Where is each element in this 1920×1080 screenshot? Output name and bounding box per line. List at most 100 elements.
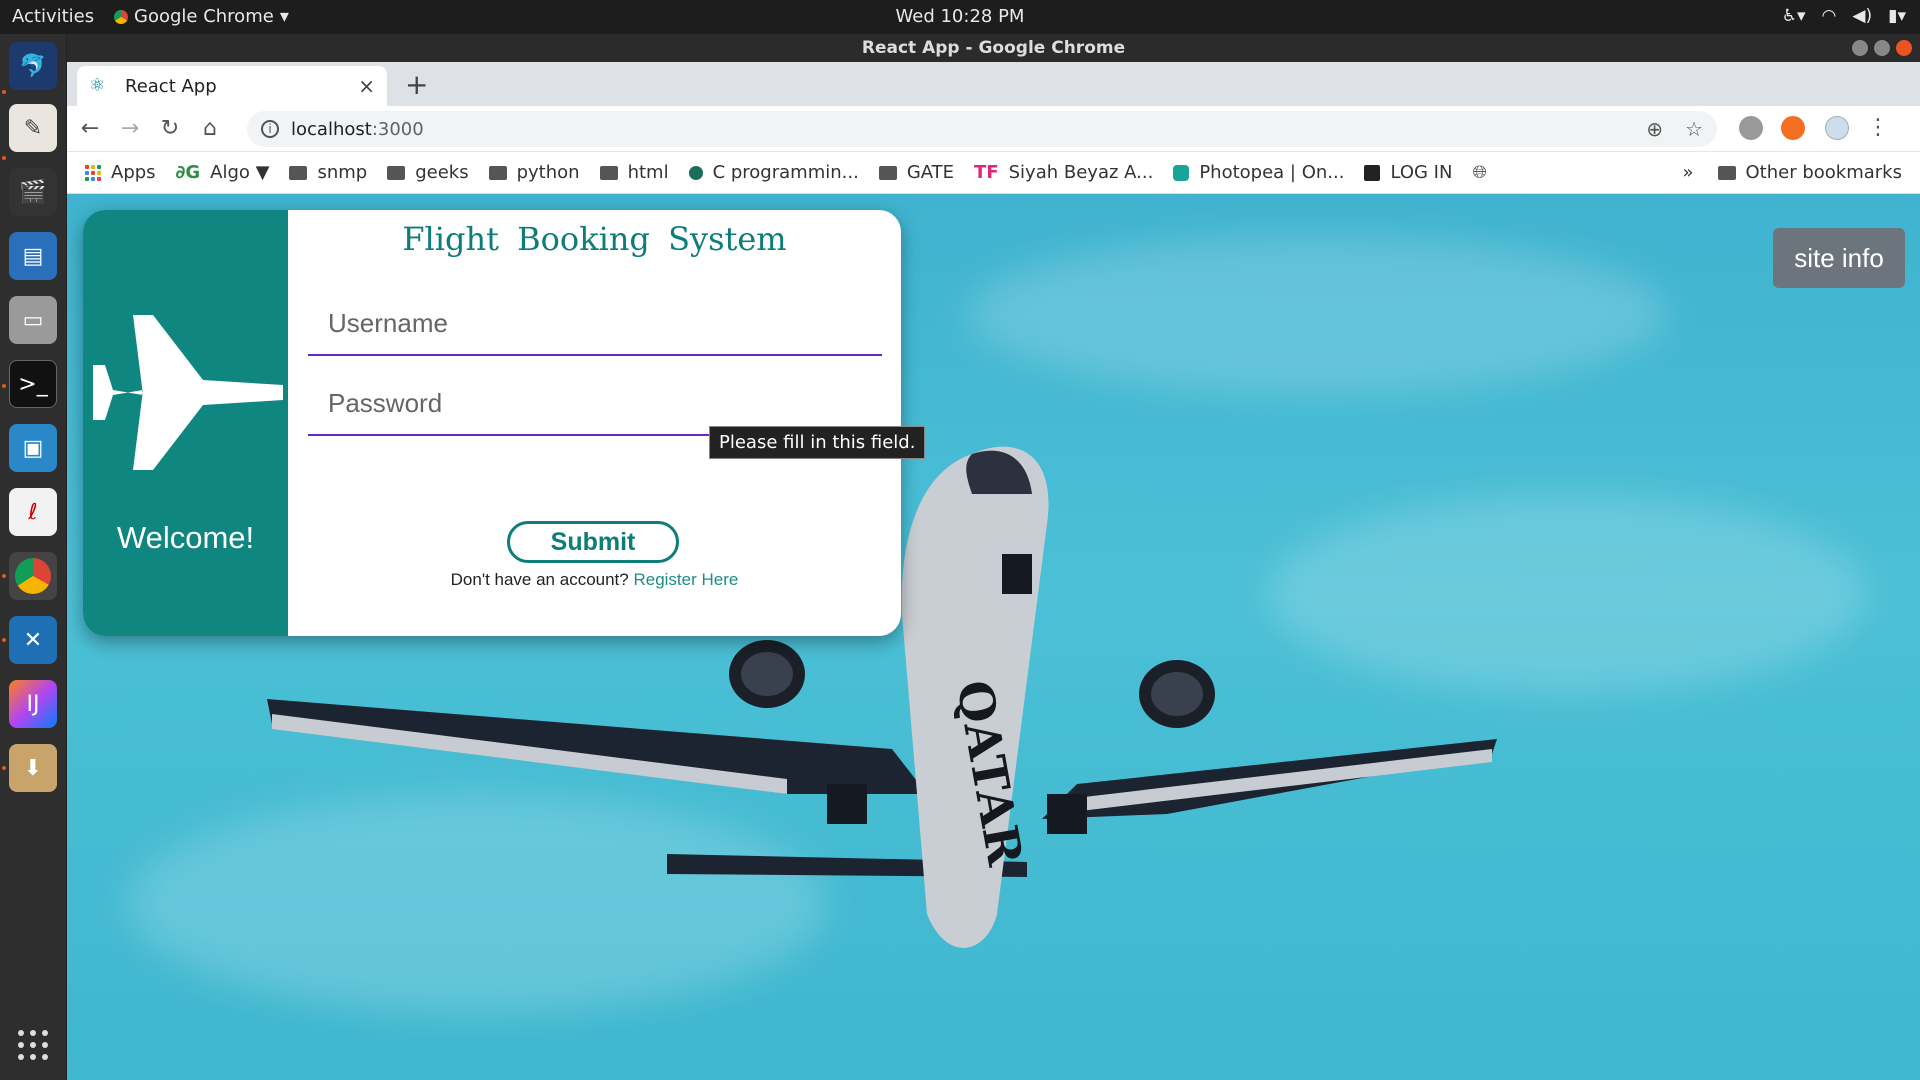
bookmark-label: geeks: [415, 162, 469, 183]
new-tab-button[interactable]: +: [405, 68, 428, 101]
algo-icon: ∂G: [175, 162, 201, 183]
system-top-bar: Activities Google Chrome ▾ Wed 10:28 PM …: [0, 0, 1920, 34]
register-link[interactable]: Register Here: [633, 570, 738, 589]
chrome-dock-icon[interactable]: [9, 552, 57, 600]
virtualbox-icon[interactable]: ▣: [9, 424, 57, 472]
bookmark-apps[interactable]: Apps: [85, 162, 156, 183]
forward-icon[interactable]: →: [113, 116, 147, 141]
extension-icon[interactable]: [1781, 116, 1805, 140]
running-indicator: [2, 766, 6, 770]
bookmark-star-icon[interactable]: ☆: [1685, 117, 1703, 141]
tab-react-app[interactable]: ⚛ React App ×: [77, 66, 387, 106]
bookmark-html[interactable]: html: [599, 162, 669, 183]
window-controls: [1852, 40, 1912, 56]
maximize-button[interactable]: [1874, 40, 1890, 56]
close-tab-icon[interactable]: ×: [358, 74, 375, 98]
window-title: React App - Google Chrome: [861, 38, 1126, 58]
bookmark-c-programming[interactable]: C programmin...: [688, 162, 859, 183]
bookmark-geeks[interactable]: geeks: [387, 162, 469, 183]
bookmark-algo[interactable]: ∂G Algo ▼: [176, 162, 270, 183]
photopea-icon: [1173, 164, 1190, 181]
text-editor-icon[interactable]: ✎: [9, 104, 57, 152]
apps-grid-icon: [85, 164, 101, 181]
profile-avatar[interactable]: [1825, 116, 1849, 140]
back-icon[interactable]: ←: [73, 116, 107, 141]
page-viewport: QATAR Welcome! Flight Booking System Use…: [67, 194, 1920, 1080]
bookmark-label: Algo ▼: [210, 162, 270, 183]
show-applications-icon[interactable]: [12, 1024, 54, 1066]
other-bookmarks[interactable]: Other bookmarks: [1717, 162, 1902, 183]
folder-icon: [289, 165, 308, 180]
tf-icon: TF: [974, 162, 999, 183]
bookmark-label: html: [627, 162, 669, 183]
site-icon: [688, 165, 703, 180]
welcome-text: Welcome!: [116, 520, 255, 555]
folder-icon: [488, 165, 507, 180]
folder-icon: [387, 165, 406, 180]
chrome-window: React App - Google Chrome ⚛ React App × …: [67, 34, 1920, 1080]
menu-kebab-icon[interactable]: ⋮: [1867, 115, 1889, 140]
bookmark-label: C programmin...: [712, 162, 859, 183]
video-editor-icon[interactable]: 🎬: [9, 168, 57, 216]
bookmark-globe[interactable]: 🌐︎: [1472, 162, 1486, 183]
close-window-button[interactable]: [1896, 40, 1912, 56]
accessibility-icon[interactable]: ♿▾: [1782, 6, 1806, 26]
bookmark-siyah-beyaz[interactable]: TF Siyah Beyaz A...: [974, 162, 1153, 183]
url-host: localhost: [291, 118, 372, 140]
bookmark-python[interactable]: python: [488, 162, 580, 183]
intellij-icon[interactable]: IJ: [9, 680, 57, 728]
running-indicator: [2, 384, 6, 388]
bookmark-label: Apps: [111, 162, 156, 183]
bookmark-label: LOG IN: [1390, 162, 1453, 183]
running-indicator: [2, 90, 6, 94]
bookmarks-overflow-button[interactable]: »: [1683, 162, 1694, 183]
home-icon[interactable]: ⌂: [193, 116, 227, 141]
tab-strip: ⚛ React App × +: [67, 62, 1920, 106]
running-indicator: [2, 638, 6, 642]
system-tray[interactable]: ♿▾ ◠ ◀) ▮▾: [1782, 6, 1906, 26]
terminal-icon[interactable]: >_: [9, 360, 57, 408]
bookmark-log-in[interactable]: LOG IN: [1364, 162, 1452, 183]
minimize-button[interactable]: [1852, 40, 1868, 56]
bookmark-label: Photopea | On...: [1199, 162, 1345, 183]
building-icon: [1364, 164, 1381, 181]
register-prompt: Don't have an account? Register Here: [288, 570, 901, 590]
folder-icon: [1717, 165, 1736, 180]
bookmark-photopea[interactable]: Photopea | On...: [1173, 162, 1344, 183]
folder-icon: [599, 165, 618, 180]
chrome-logo-icon: [15, 558, 51, 594]
pdf-viewer-icon[interactable]: ℓ: [9, 488, 57, 536]
url-port: :3000: [371, 118, 424, 140]
adblock-extension-icon[interactable]: [1739, 116, 1763, 140]
bookmark-snmp[interactable]: snmp: [289, 162, 367, 183]
validation-tooltip: Please fill in this field.: [709, 426, 926, 459]
username-input[interactable]: Username: [308, 298, 882, 356]
site-info-button[interactable]: site info: [1773, 228, 1905, 288]
no-account-text: Don't have an account?: [450, 570, 629, 589]
files-icon[interactable]: ▭: [9, 296, 57, 344]
volume-icon: ◀): [1852, 6, 1873, 26]
tab-title: React App: [125, 75, 217, 97]
folder-icon: [878, 165, 897, 180]
site-info-icon[interactable]: i: [261, 120, 279, 138]
ubuntu-dock: 🐬 ✎ 🎬 ▤ ▭ >_ ▣ ℓ ✕ IJ ⬇: [0, 34, 67, 1080]
battery-icon: ▮▾: [1888, 6, 1906, 26]
other-bookmarks-label: Other bookmarks: [1745, 162, 1902, 183]
card-sidebar: Welcome!: [83, 210, 288, 636]
vscode-icon[interactable]: ✕: [9, 616, 57, 664]
archive-manager-icon[interactable]: ⬇: [9, 744, 57, 792]
fighter-jet-icon: [93, 315, 283, 470]
running-indicator: [2, 156, 6, 160]
running-indicator: [2, 574, 6, 578]
clock[interactable]: Wed 10:28 PM: [0, 6, 1920, 27]
login-card: Welcome! Flight Booking System Username …: [83, 210, 901, 636]
address-bar[interactable]: i localhost:3000 ⊕ ☆: [247, 111, 1717, 147]
submit-button[interactable]: Submit: [507, 521, 679, 563]
zoom-icon[interactable]: ⊕: [1646, 117, 1663, 141]
mysql-workbench-icon[interactable]: 🐬: [9, 42, 57, 90]
reload-icon[interactable]: ↻: [153, 116, 187, 141]
bookmarks-bar: Apps ∂G Algo ▼ snmp geeks python html C …: [67, 152, 1920, 194]
writer-icon[interactable]: ▤: [9, 232, 57, 280]
bookmark-gate[interactable]: GATE: [878, 162, 954, 183]
browser-toolbar: ← → ↻ ⌂ i localhost:3000 ⊕ ☆ ⋮: [67, 106, 1920, 152]
